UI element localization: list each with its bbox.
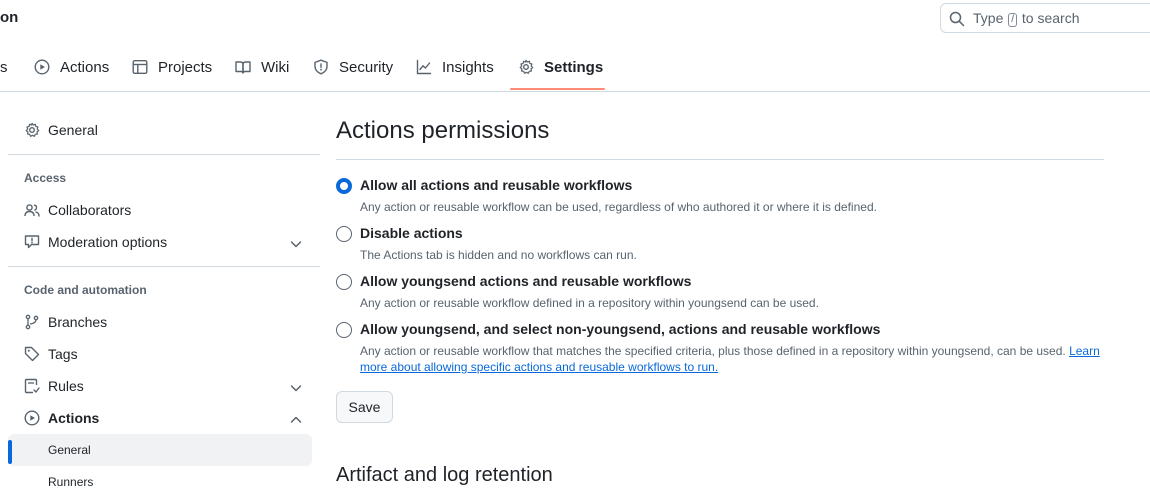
radio-disable-actions[interactable]: [336, 226, 352, 242]
active-item-indicator: [8, 440, 12, 464]
sidebar-item-label: Branches: [48, 314, 108, 330]
tab-label: Actions: [60, 58, 110, 76]
sidebar-item-branches[interactable]: Branches: [24, 311, 107, 333]
page-title: Actions permissions: [336, 117, 550, 144]
tab-label: Wiki: [261, 58, 290, 76]
sidebar-item-general[interactable]: General: [24, 119, 98, 141]
selected-tab-underline: [510, 88, 605, 90]
shield-icon: [314, 59, 328, 75]
option-desc-text: Any action or reusable workflow that mat…: [360, 344, 1066, 358]
book-icon: [235, 61, 251, 74]
sidebar-item-tags[interactable]: Tags: [24, 343, 78, 365]
option-label-disable-actions[interactable]: Disable actions: [360, 225, 463, 241]
tab-label: Projects: [158, 58, 213, 76]
sidebar-item-label: Actions: [48, 410, 100, 426]
sidebar-item-label: Collaborators: [48, 202, 132, 218]
sidebar-item-label: General: [48, 443, 91, 457]
sidebar-item-label: General: [48, 122, 98, 138]
repo-title[interactable]: on: [0, 9, 18, 26]
tab-insights[interactable]: Insights: [416, 57, 494, 77]
tab-label: Settings: [544, 58, 604, 76]
title-divider: [336, 159, 1104, 160]
sidebar-divider: [8, 266, 320, 267]
tag-icon: [24, 346, 40, 362]
option-desc-allow-select: Any action or reusable workflow that mat…: [360, 343, 1105, 375]
tab-security[interactable]: Security: [313, 57, 393, 77]
tab-code-truncated[interactable]: s: [0, 57, 8, 77]
sidebar-item-moderation-options[interactable]: Moderation options: [24, 231, 167, 253]
sidebar-item-rules[interactable]: Rules: [24, 375, 84, 397]
chevron-down-icon[interactable]: [288, 380, 304, 396]
save-button[interactable]: Save: [336, 391, 393, 423]
search-placeholder-suffix: to search: [1021, 10, 1080, 26]
tab-label: s: [0, 58, 8, 76]
sidebar-item-label: Tags: [48, 346, 78, 362]
sidebar-item-label: Rules: [48, 378, 84, 394]
option-desc-allow-all: Any action or reusable workflow can be u…: [360, 200, 877, 214]
tab-wiki[interactable]: Wiki: [235, 57, 289, 77]
sidebar-item-label: Runners: [48, 475, 94, 489]
search-input[interactable]: Type / to search: [940, 3, 1150, 33]
sidebar-item-label: Moderation options: [48, 234, 168, 250]
option-desc-allow-org: Any action or reusable workflow defined …: [360, 296, 819, 310]
chevron-up-icon[interactable]: [288, 412, 304, 428]
repo-rules-icon: [24, 378, 40, 394]
sidebar-divider: [8, 154, 320, 155]
sidebar-subitem-runners[interactable]: Runners: [8, 466, 312, 498]
tab-projects[interactable]: Projects: [132, 57, 212, 77]
sidebar-heading-code-automation: Code and automation: [24, 283, 147, 297]
repo-header: on Type / to search s Actions Projects W…: [0, 0, 1150, 92]
sidebar-heading-access: Access: [24, 171, 67, 185]
tab-label: Security: [339, 58, 394, 76]
search-placeholder-prefix: Type: [973, 10, 1004, 26]
radio-allow-org[interactable]: [336, 274, 352, 290]
radio-allow-all[interactable]: [336, 178, 352, 194]
play-icon: [34, 59, 50, 75]
play-icon: [24, 410, 40, 426]
chevron-down-icon[interactable]: [288, 236, 304, 252]
section-title-artifact-retention: Artifact and log retention: [336, 464, 553, 486]
option-desc-disable-actions: The Actions tab is hidden and no workflo…: [360, 248, 637, 262]
graph-icon: [416, 59, 432, 75]
option-label-allow-org[interactable]: Allow youngsend actions and reusable wor…: [360, 273, 691, 289]
sidebar-item-collaborators[interactable]: Collaborators: [24, 199, 131, 221]
search-icon: [949, 11, 965, 27]
tab-actions[interactable]: Actions: [34, 57, 109, 77]
gear-icon: [25, 122, 40, 137]
table-icon: [132, 60, 148, 75]
report-icon: [24, 235, 40, 249]
sidebar-subitem-actions-general[interactable]: General: [8, 434, 312, 466]
tab-settings[interactable]: Settings: [518, 57, 603, 77]
search-placeholder: Type / to search: [973, 10, 1080, 27]
radio-allow-select[interactable]: [336, 322, 352, 338]
tab-label: Insights: [442, 58, 494, 76]
option-label-allow-select[interactable]: Allow youngsend, and select non-youngsen…: [360, 321, 880, 337]
search-shortcut-key: /: [1008, 13, 1018, 27]
sidebar-item-actions[interactable]: Actions: [24, 407, 99, 429]
option-label-allow-all[interactable]: Allow all actions and reusable workflows: [360, 177, 632, 193]
git-branch-icon: [25, 314, 39, 330]
gear-icon: [519, 59, 534, 74]
people-icon: [24, 204, 40, 217]
